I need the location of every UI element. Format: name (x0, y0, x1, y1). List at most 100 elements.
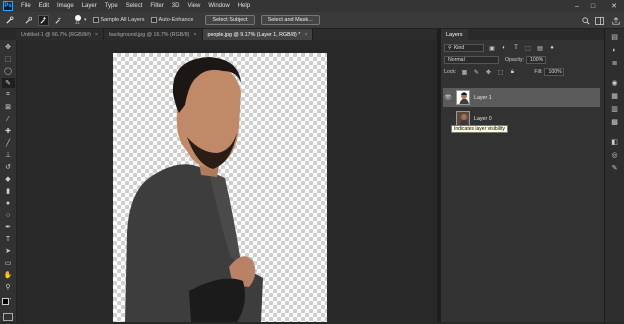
path-selection-icon[interactable]: ➤ (2, 246, 15, 256)
pixel-filter-icon[interactable]: ▣ (488, 44, 496, 52)
minimize-button[interactable]: – (570, 0, 584, 12)
eye-icon[interactable]: · (443, 116, 453, 122)
eraser-icon[interactable]: ◆ (2, 174, 15, 184)
layer-name: Layer 1 (474, 94, 492, 101)
menu-type[interactable]: Type (101, 3, 122, 9)
photoshop-logo[interactable]: Ps (3, 1, 13, 11)
share-icon[interactable] (610, 15, 621, 26)
chevron-down-icon[interactable]: ▾ (84, 17, 87, 23)
tool-preset-icon[interactable] (4, 15, 15, 26)
brush-icon[interactable]: ╱ (2, 138, 15, 148)
blend-mode-dropdown[interactable]: Normal (444, 56, 499, 64)
tab-untitled-1[interactable]: Untitled-1 @ 66.7% (RGB/8#) × (16, 29, 104, 40)
fill-input[interactable]: 100% (544, 68, 565, 76)
panel-icon-dock: ▤ ◐ ≣ ◉ ▦ ▥ ▩ ◧ ◎ ✎ (604, 29, 624, 322)
pen-icon[interactable]: ✒ (2, 222, 15, 232)
layers-icon[interactable]: ◧ (609, 137, 621, 147)
brush-size-picker[interactable]: 41 (72, 15, 83, 26)
close-icon[interactable]: × (193, 32, 196, 38)
opacity-input[interactable]: 100% (526, 56, 547, 64)
lock-transparent-icon[interactable]: ▦ (460, 68, 468, 76)
layer-thumbnail (456, 90, 470, 105)
kind-filter-label: Kind (453, 45, 465, 51)
add-to-selection-icon[interactable] (38, 14, 49, 26)
lock-all-icon[interactable]: 🔒︎ (508, 68, 516, 76)
maximize-button[interactable]: □ (586, 0, 600, 12)
menu-select[interactable]: Select (122, 3, 147, 9)
sample-all-layers-checkbox[interactable] (92, 17, 99, 23)
menu-layer[interactable]: Layer (78, 3, 101, 9)
select-subject-button[interactable]: Select Subject (205, 15, 255, 25)
blend-mode-value: Normal (448, 57, 465, 63)
menu-file[interactable]: File (17, 3, 35, 9)
menu-help[interactable]: Help (234, 3, 254, 9)
properties-icon[interactable]: ≣ (609, 58, 621, 68)
eyedropper-icon[interactable]: ⁄ (2, 114, 15, 124)
layers-panel: Layers ⚲ Kind ▣ ◐ T ⬚ ▤ ● Normal Opacity:… (441, 29, 604, 322)
patterns-icon[interactable]: ▩ (609, 117, 621, 127)
document-canvas[interactable] (113, 53, 327, 322)
libraries-icon[interactable]: ▤ (609, 32, 621, 42)
layer-name: Layer 0 (474, 115, 492, 122)
type-icon[interactable]: T (2, 234, 15, 244)
panel-tab-bar: Layers (441, 29, 604, 40)
menu-filter[interactable]: Filter (146, 3, 167, 9)
search-icon[interactable] (580, 15, 591, 26)
options-bar: 41 ▾ Sample All Layers Auto-Enhance Sele… (0, 12, 624, 29)
blur-icon[interactable]: ● (2, 198, 15, 208)
clone-stamp-icon[interactable]: ⊥ (2, 150, 15, 160)
menu-edit[interactable]: Edit (35, 3, 53, 9)
crop-icon[interactable]: ⌗ (2, 90, 15, 100)
quick-selection-icon[interactable]: ✎ (1, 78, 15, 88)
new-selection-icon[interactable] (23, 15, 34, 26)
auto-enhance-checkbox[interactable] (150, 17, 157, 23)
layer-row[interactable]: 👁︎ Layer 1 (443, 88, 600, 107)
adjustments-icon[interactable]: ◐ (609, 45, 621, 55)
select-and-mask-button[interactable]: Select and Mask... (260, 15, 320, 25)
artboard-icon[interactable]: ⬚ (2, 54, 15, 64)
gradients-icon[interactable]: ▥ (609, 104, 621, 114)
menu-3d[interactable]: 3D (168, 3, 184, 9)
hand-icon[interactable]: ✋ (2, 270, 15, 280)
menu-image[interactable]: Image (53, 3, 78, 9)
color-icon[interactable]: ◉ (609, 78, 621, 88)
channels-icon[interactable]: ◎ (609, 150, 621, 160)
foreground-color-swatch[interactable] (2, 298, 9, 305)
lasso-icon[interactable]: ◯ (2, 66, 15, 76)
close-icon[interactable]: × (304, 32, 307, 38)
close-window-button[interactable]: ✕ (604, 0, 624, 12)
history-brush-icon[interactable]: ↺ (2, 162, 15, 172)
tab-layers[interactable]: Layers (441, 29, 468, 40)
kind-filter-dropdown[interactable]: ⚲ Kind (444, 44, 484, 52)
rectangle-icon[interactable]: ▭ (2, 258, 15, 268)
opacity-value: 100% (530, 57, 544, 63)
tooltip: Indicates layer visibility (451, 125, 508, 133)
zoom-icon[interactable]: ⚲ (2, 282, 15, 292)
search-icon: ⚲ (448, 45, 452, 51)
lock-image-icon[interactable]: ✎ (472, 68, 480, 76)
subtract-from-selection-icon[interactable] (53, 15, 64, 26)
close-icon[interactable]: × (95, 32, 98, 38)
quick-mask-icon[interactable] (3, 313, 13, 321)
eye-icon[interactable]: 👁︎ (443, 94, 453, 101)
lock-artboard-icon[interactable]: ⬚ (496, 68, 504, 76)
tab-people[interactable]: people.jpg @ 9.17% (Layer 1, RGB/8) * × (202, 29, 314, 40)
workspace-icon[interactable] (594, 15, 605, 26)
filter-toggle-icon[interactable]: ● (548, 44, 556, 52)
menu-view[interactable]: View (183, 3, 204, 9)
healing-brush-icon[interactable]: ✚ (2, 126, 15, 136)
frame-icon[interactable]: ⊠ (2, 102, 15, 112)
move-icon[interactable]: ✥ (2, 42, 15, 52)
lock-position-icon[interactable]: ✥ (484, 68, 492, 76)
tab-background[interactable]: background.jpg @ 16.7% (RGB/8) × (103, 29, 203, 40)
type-filter-icon[interactable]: T (512, 44, 520, 52)
paths-icon[interactable]: ✎ (609, 163, 621, 173)
shape-filter-icon[interactable]: ⬚ (524, 44, 532, 52)
swatches-icon[interactable]: ▦ (609, 91, 621, 101)
adjustment-filter-icon[interactable]: ◐ (500, 44, 508, 52)
smart-object-filter-icon[interactable]: ▤ (536, 44, 544, 52)
dodge-icon[interactable]: ○ (2, 210, 15, 220)
auto-enhance-label: Auto-Enhance (158, 17, 194, 23)
menu-window[interactable]: Window (204, 3, 233, 9)
gradient-icon[interactable]: ▮ (2, 186, 15, 196)
